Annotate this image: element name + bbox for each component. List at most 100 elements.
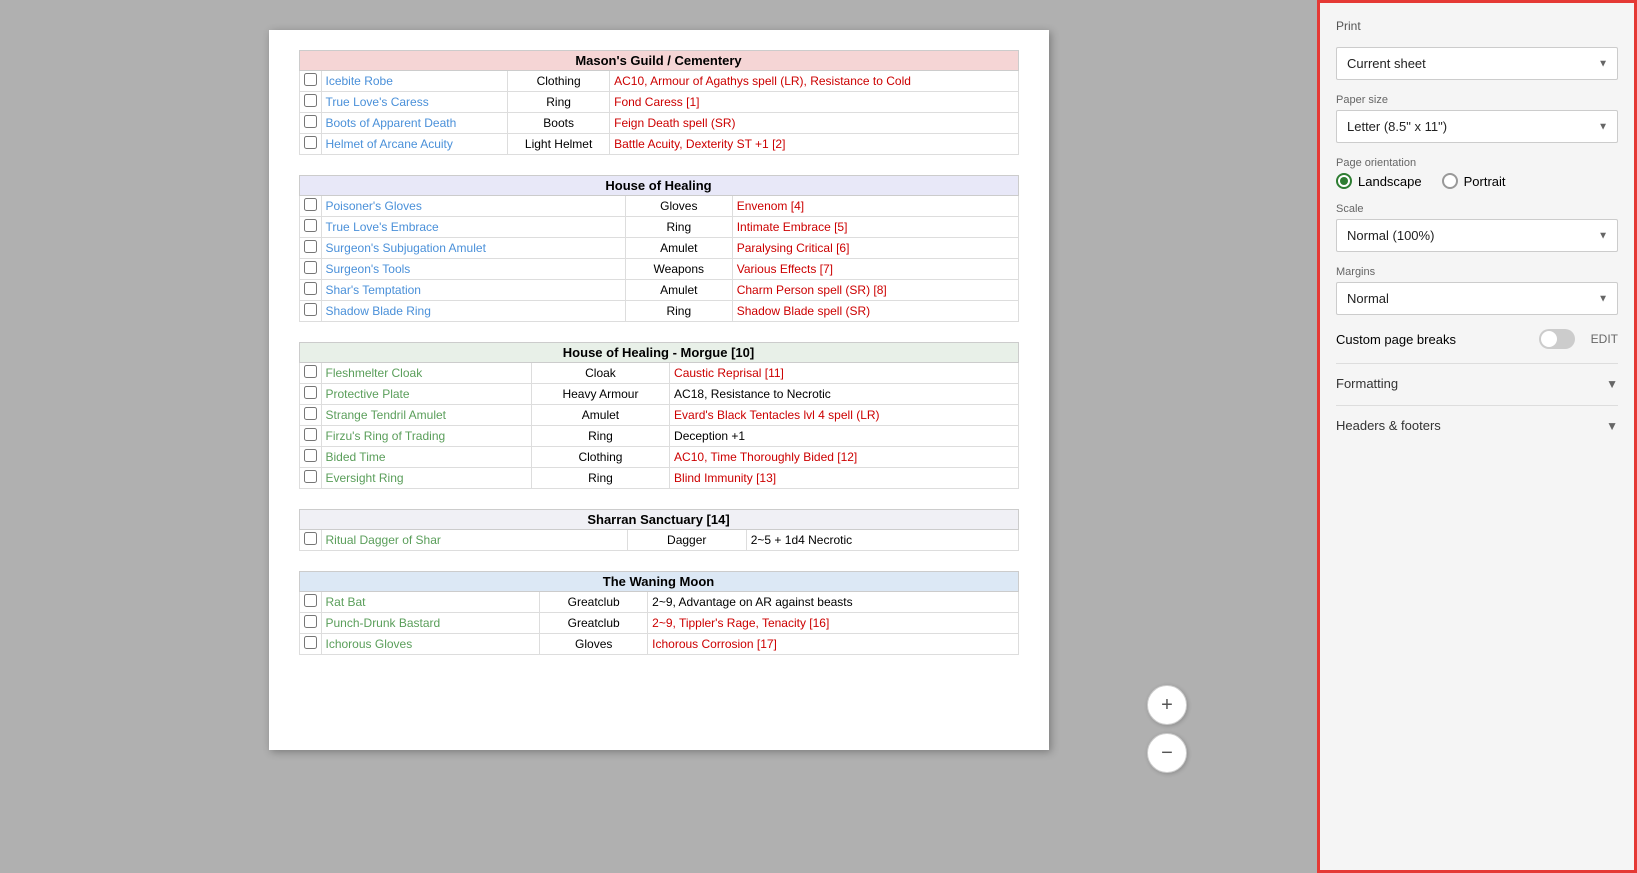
row-checkbox[interactable] (304, 407, 317, 420)
item-name[interactable]: Surgeon's Subjugation Amulet (326, 241, 486, 255)
custom-page-breaks-toggle[interactable] (1539, 329, 1575, 349)
item-name[interactable]: Eversight Ring (326, 471, 404, 485)
row-checkbox[interactable] (304, 136, 317, 149)
orientation-section: Page orientation Landscape Portrait (1336, 157, 1618, 189)
row-checkbox[interactable] (304, 428, 317, 441)
orientation-label: Page orientation (1336, 157, 1618, 169)
item-name[interactable]: Rat Bat (326, 595, 366, 609)
margins-label: Margins (1336, 266, 1618, 278)
zoom-out-button[interactable]: − (1147, 733, 1187, 773)
row-checkbox[interactable] (304, 386, 317, 399)
row-checkbox[interactable] (304, 73, 317, 86)
custom-page-breaks-section: Custom page breaks EDIT (1336, 329, 1618, 349)
item-name[interactable]: True Love's Caress (326, 95, 429, 109)
landscape-label: Landscape (1358, 174, 1422, 189)
paper-size-select[interactable]: Letter (8.5" x 11")A4 (8.27" x 11.69")Le… (1336, 110, 1618, 143)
table-row: Punch-Drunk BastardGreatclub2~9, Tippler… (299, 613, 1018, 634)
item-name[interactable]: Boots of Apparent Death (326, 116, 457, 130)
item-name[interactable]: Firzu's Ring of Trading (326, 429, 446, 443)
landscape-radio[interactable] (1336, 173, 1352, 189)
item-name[interactable]: Shar's Temptation (326, 283, 421, 297)
headers-footers-label: Headers & footers (1336, 418, 1441, 433)
portrait-option[interactable]: Portrait (1442, 173, 1506, 189)
item-effect: Battle Acuity, Dexterity ST +1 [2] (614, 137, 785, 151)
item-name[interactable]: Helmet of Arcane Acuity (326, 137, 453, 151)
row-checkbox[interactable] (304, 94, 317, 107)
headers-footers-section[interactable]: Headers & footers ▼ (1336, 405, 1618, 433)
item-effect: 2~9, Advantage on AR against beasts (652, 595, 852, 609)
table-row: Shadow Blade RingRingShadow Blade spell … (299, 301, 1018, 322)
print-scope-select[interactable]: Current sheetAll sheetsSelected sheets (1336, 47, 1618, 80)
item-name[interactable]: Ritual Dagger of Shar (326, 533, 441, 547)
item-type: Ring (508, 92, 610, 113)
table-row: Ichorous GlovesGlovesIchorous Corrosion … (299, 634, 1018, 655)
item-name[interactable]: Strange Tendril Amulet (326, 408, 447, 422)
print-settings-panel: Print Current sheetAll sheetsSelected sh… (1317, 0, 1637, 873)
row-checkbox[interactable] (304, 198, 317, 211)
row-checkbox[interactable] (304, 636, 317, 649)
item-type: Amulet (625, 238, 732, 259)
item-effect: Deception +1 (674, 429, 745, 443)
table-row: Helmet of Arcane Acuity Light Helmet Battl… (299, 134, 1018, 155)
row-checkbox[interactable] (304, 594, 317, 607)
section-title: Sharran Sanctuary [14] (299, 510, 1018, 530)
item-type: Boots (508, 113, 610, 134)
row-checkbox[interactable] (304, 219, 317, 232)
item-name[interactable]: Punch-Drunk Bastard (326, 616, 441, 630)
section-table: Sharran Sanctuary [14] Ritual Dagger of S… (299, 509, 1019, 551)
row-checkbox[interactable] (304, 365, 317, 378)
item-name[interactable]: Protective Plate (326, 387, 410, 401)
row-checkbox[interactable] (304, 240, 317, 253)
item-effect: Various Effects [7] (737, 262, 833, 276)
item-name[interactable]: Fleshmelter Cloak (326, 366, 423, 380)
margins-select[interactable]: NormalNarrowWideCustom (1336, 282, 1618, 315)
row-checkbox[interactable] (304, 532, 317, 545)
table-row: Poisoner's GlovesGlovesEnvenom [4] (299, 196, 1018, 217)
table-row: Rat BatGreatclub2~9, Advantage on AR aga… (299, 592, 1018, 613)
item-name[interactable]: Bided Time (326, 450, 386, 464)
main-content-area: Mason's Guild / CementeryIcebite RobeClo… (0, 0, 1317, 873)
row-checkbox[interactable] (304, 261, 317, 274)
item-effect: Charm Person spell (SR) [8] (737, 283, 887, 297)
formatting-section[interactable]: Formatting ▼ (1336, 363, 1618, 391)
item-name[interactable]: Shadow Blade Ring (326, 304, 431, 318)
table-row: Bided TimeClothingAC10, Time Thoroughly … (299, 447, 1018, 468)
table-row: True Love's Caress Ring Fond Caress [1] (299, 92, 1018, 113)
row-checkbox[interactable] (304, 282, 317, 295)
item-type: Light Helmet (508, 134, 610, 155)
item-effect: 2~9, Tippler's Rage, Tenacity [16] (652, 616, 829, 630)
table-row: True Love's Embrace Ring Intimate Embrace … (299, 217, 1018, 238)
row-checkbox[interactable] (304, 303, 317, 316)
item-effect: Blind Immunity [13] (674, 471, 776, 485)
row-checkbox[interactable] (304, 115, 317, 128)
item-effect: Fond Caress [1] (614, 95, 699, 109)
item-effect: AC10, Time Thoroughly Bided [12] (674, 450, 857, 464)
item-effect: 2~5 + 1d4 Necrotic (751, 533, 852, 547)
scale-select[interactable]: Normal (100%)Fit to page widthCustom (1336, 219, 1618, 252)
print-scope-section: Current sheetAll sheetsSelected sheets (1336, 47, 1618, 80)
portrait-radio[interactable] (1442, 173, 1458, 189)
item-type: Ring (531, 426, 669, 447)
table-row: Shar's TemptationAmuletCharm Person spel… (299, 280, 1018, 301)
item-type: Ring (625, 217, 732, 238)
item-name[interactable]: True Love's Embrace (326, 220, 439, 234)
item-type: Heavy Armour (531, 384, 669, 405)
section-title: House of Healing - Morgue [10] (299, 343, 1018, 363)
item-name[interactable]: Surgeon's Tools (326, 262, 411, 276)
item-name[interactable]: Poisoner's Gloves (326, 199, 422, 213)
item-name[interactable]: Icebite Robe (326, 74, 393, 88)
item-type: Gloves (625, 196, 732, 217)
item-type: Cloak (531, 363, 669, 384)
item-name[interactable]: Ichorous Gloves (326, 637, 413, 651)
row-checkbox[interactable] (304, 449, 317, 462)
row-checkbox[interactable] (304, 615, 317, 628)
landscape-option[interactable]: Landscape (1336, 173, 1422, 189)
scale-section: Scale Normal (100%)Fit to page widthCust… (1336, 203, 1618, 252)
item-effect: Intimate Embrace [5] (737, 220, 848, 234)
table-row: Fleshmelter CloakCloakCaustic Reprisal [… (299, 363, 1018, 384)
section-table: The Waning MoonRat BatGreatclub2~9, Adva… (299, 571, 1019, 655)
edit-label[interactable]: EDIT (1591, 332, 1618, 346)
item-type: Weapons (625, 259, 732, 280)
zoom-in-button[interactable]: + (1147, 685, 1187, 725)
row-checkbox[interactable] (304, 470, 317, 483)
